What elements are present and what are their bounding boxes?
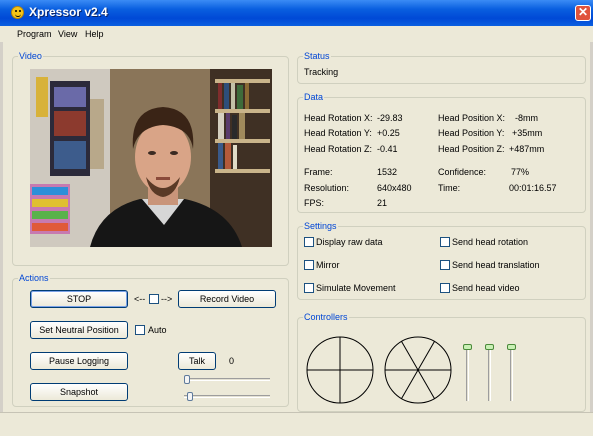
head-rotation-x-value: -29.83 [377,113,403,123]
resolution-value: 640x480 [377,183,412,193]
vertical-slider-2-thumb[interactable] [485,344,494,350]
head-position-z-value: +487mm [509,144,545,154]
send-head-rotation-label: Send head rotation [452,237,529,247]
talk-button[interactable]: Talk [178,352,216,370]
vertical-slider-2-track [488,344,491,401]
confidence-value: 77% [511,167,530,177]
head-position-y-value: +35mm [512,128,543,138]
menu-help[interactable]: Help [85,29,104,39]
actions-legend: Actions [19,273,49,283]
pause-logging-button[interactable]: Pause Logging [30,352,128,370]
close-button[interactable]: ✕ [575,5,591,21]
title-bar: Xpressor v2.4 ✕ [0,0,593,26]
display-raw-data-label: Display raw data [316,237,383,247]
head-rotation-z-value: -0.41 [377,144,398,154]
crosshair-controller[interactable] [305,335,375,405]
vertical-slider-1-track [466,344,469,401]
fps-label: FPS: [304,198,325,208]
fps-value: 21 [377,198,388,208]
main-content: Video Actions STOP <-- --> Record Video … [3,42,590,412]
send-head-translation-label: Send head translation [452,260,540,270]
slider-1-track [184,378,270,381]
head-position-y-label: Head Position Y: [438,128,505,138]
resolution-label: Resolution: [304,183,350,193]
send-head-rotation-checkbox[interactable] [440,237,450,247]
menu-bar: Program View Help [0,26,593,42]
talk-value: 0 [229,356,235,366]
simulate-movement-checkbox[interactable] [304,283,314,293]
status-bar [0,412,593,436]
vertical-slider-3-thumb[interactable] [507,344,516,350]
snapshot-button[interactable]: Snapshot [30,383,128,401]
head-position-x-label: Head Position X: [438,113,506,123]
vertical-slider-1-thumb[interactable] [463,344,472,350]
window-title: Xpressor v2.4 [29,5,108,19]
stop-button[interactable]: STOP [30,290,128,308]
time-value: 00:01:16.57 [509,183,557,193]
slider-2-track [184,395,270,398]
video-legend: Video [19,51,42,61]
head-position-x-value: -8mm [515,113,538,123]
frame-label: Frame: [304,167,333,177]
confidence-label: Confidence: [438,167,487,177]
slider-2-thumb[interactable] [187,392,193,401]
head-rotation-x-label: Head Rotation X: [304,113,373,123]
webcam-image [30,69,272,247]
vertical-slider-3-track [510,344,513,401]
time-label: Time: [438,183,461,193]
frame-value: 1532 [377,167,398,177]
auto-checkbox[interactable] [135,325,145,335]
link-checkbox[interactable] [149,294,159,304]
smiley-app-icon [11,6,24,19]
send-head-video-checkbox[interactable] [440,283,450,293]
send-head-translation-checkbox[interactable] [440,260,450,270]
video-feed [30,69,272,247]
set-neutral-position-button[interactable]: Set Neutral Position [30,321,128,339]
menu-program[interactable]: Program [17,29,52,39]
head-rotation-y-value: +0.25 [377,128,400,138]
simulate-movement-label: Simulate Movement [316,283,396,293]
arrow-left-label: <-- [134,294,146,304]
mirror-label: Mirror [316,260,340,270]
arrow-right-label: --> [161,294,173,304]
status-value: Tracking [304,67,339,77]
mirror-checkbox[interactable] [304,260,314,270]
controllers-legend: Controllers [304,312,348,322]
auto-label: Auto [148,325,167,335]
status-legend: Status [304,51,330,61]
record-video-button[interactable]: Record Video [178,290,276,308]
settings-legend: Settings [304,221,337,231]
status-group: Status [297,51,586,84]
menu-view[interactable]: View [58,29,77,39]
send-head-video-label: Send head video [452,283,520,293]
head-position-z-label: Head Position Z: [438,144,505,154]
head-rotation-y-label: Head Rotation Y: [304,128,372,138]
slider-1-thumb[interactable] [184,375,190,384]
data-legend: Data [304,92,324,102]
hexagon-wheel-controller[interactable] [383,335,453,405]
display-raw-data-checkbox[interactable] [304,237,314,247]
head-rotation-z-label: Head Rotation Z: [304,144,373,154]
